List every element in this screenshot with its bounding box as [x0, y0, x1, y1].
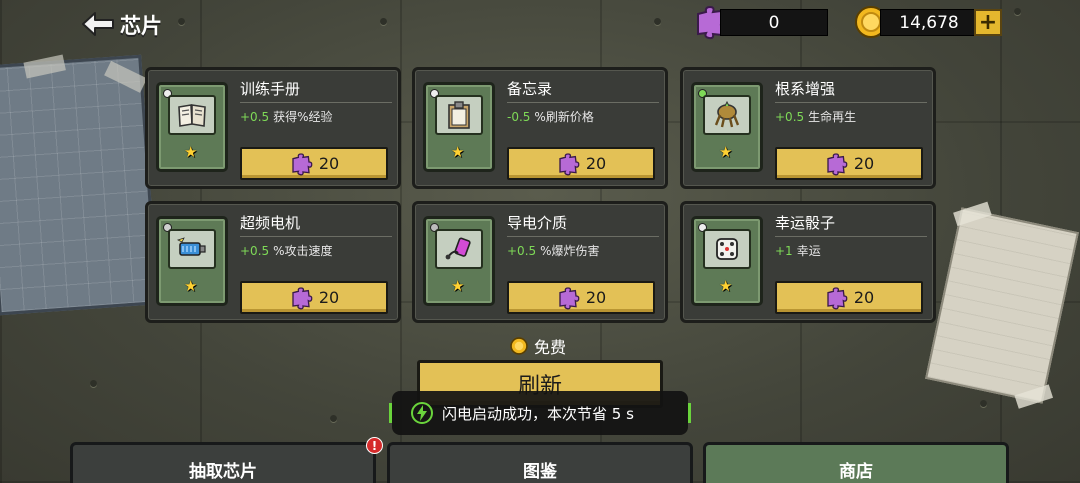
price: 20 — [853, 288, 875, 307]
puzzle-piece-icon — [292, 286, 313, 309]
puzzle-piece-icon — [292, 152, 313, 175]
chip-effect: +0.5 获得%经验 — [240, 110, 333, 124]
coin-currency-display: 14,678 — [880, 9, 978, 36]
buy-button[interactable]: 20 — [507, 147, 655, 180]
blueprint-decoration — [0, 54, 159, 316]
book-icon — [168, 95, 216, 135]
chip-name: 根系增强 — [775, 80, 836, 98]
back-arrow-icon — [82, 12, 114, 36]
free-label: 免费 — [534, 338, 567, 357]
add-coins-button[interactable]: + — [974, 9, 1002, 36]
chip-card-lucky-dice: ★ 幸运骰子 +1 幸运 20 — [680, 201, 936, 323]
puzzle-currency-display: 0 — [720, 9, 828, 36]
dice-icon — [703, 229, 751, 269]
back-button[interactable] — [80, 10, 116, 38]
chip-card-root-boost: ★ 根系增强 +0.5 生命再生 20 — [680, 67, 936, 189]
chip-effect: +0.5 %攻击速度 — [240, 244, 333, 258]
coin-count: 14,678 — [899, 12, 959, 33]
chip-card-training-manual: ★ 训练手册 +0.5 获得%经验 20 — [145, 67, 401, 189]
chip-frame: ★ — [156, 82, 228, 172]
tab-draw-chips[interactable]: 抽取芯片 — [70, 442, 376, 483]
chip-frame: ★ — [423, 216, 495, 306]
chip-name: 幸运骰子 — [775, 214, 836, 232]
star-icon: ★ — [719, 143, 733, 161]
chip-name: 导电介质 — [507, 214, 568, 232]
motor-icon — [168, 229, 216, 269]
chip-effect: +0.5 %爆炸伤害 — [507, 244, 600, 258]
puzzle-piece-icon — [827, 152, 848, 175]
star-icon: ★ — [451, 277, 465, 295]
star-icon: ★ — [184, 277, 198, 295]
star-icon: ★ — [184, 143, 198, 161]
buy-button[interactable]: 20 — [240, 281, 388, 314]
chip-effect: +0.5 生命再生 — [775, 110, 857, 124]
price: 20 — [318, 154, 340, 173]
puzzle-piece-icon — [827, 286, 848, 309]
chip-frame: ★ — [691, 82, 763, 172]
buy-button[interactable]: 20 — [240, 147, 388, 180]
chip-frame: ★ — [423, 82, 495, 172]
puzzle-piece-icon — [559, 286, 580, 309]
price: 20 — [585, 154, 607, 173]
chip-frame: ★ — [156, 216, 228, 306]
buy-button[interactable]: 20 — [775, 281, 923, 314]
chip-frame: ★ — [691, 216, 763, 306]
refresh-cost: 免费 — [510, 334, 566, 358]
chip-name: 超频电机 — [240, 214, 301, 232]
plus-icon: + — [978, 9, 998, 35]
lightning-icon — [411, 402, 433, 424]
battery-icon — [435, 229, 483, 269]
chip-card-conductive-medium: ★ 导电介质 +0.5 %爆炸伤害 20 — [412, 201, 668, 323]
puzzle-piece-icon — [559, 152, 580, 175]
root-icon — [703, 95, 751, 135]
buy-button[interactable]: 20 — [507, 281, 655, 314]
star-icon: ★ — [451, 143, 465, 161]
chip-effect: +1 幸运 — [775, 244, 821, 258]
chip-card-memo: ★ 备忘录 -0.5 %刷新价格 20 — [412, 67, 668, 189]
gold-coin-icon — [510, 337, 528, 355]
chip-name: 备忘录 — [507, 80, 553, 98]
price: 20 — [318, 288, 340, 307]
page-title: 芯片 — [120, 14, 162, 38]
tab-shop[interactable]: 商店 — [703, 442, 1009, 483]
toast-message: 闪电启动成功，本次节省 5 s — [442, 404, 634, 423]
chip-effect: -0.5 %刷新价格 — [507, 110, 594, 124]
alert-badge: ! — [366, 437, 383, 454]
buy-button[interactable]: 20 — [775, 147, 923, 180]
puzzle-count: 0 — [768, 12, 780, 33]
clipboard-icon — [435, 95, 483, 135]
toast-notification: 闪电启动成功，本次节省 5 s — [389, 391, 691, 435]
chip-card-overclock-motor: ★ 超频电机 +0.5 %攻击速度 20 — [145, 201, 401, 323]
price: 20 — [853, 154, 875, 173]
chip-name: 训练手册 — [240, 80, 301, 98]
tab-collection[interactable]: 图鉴 — [387, 442, 693, 483]
star-icon: ★ — [719, 277, 733, 295]
price: 20 — [585, 288, 607, 307]
